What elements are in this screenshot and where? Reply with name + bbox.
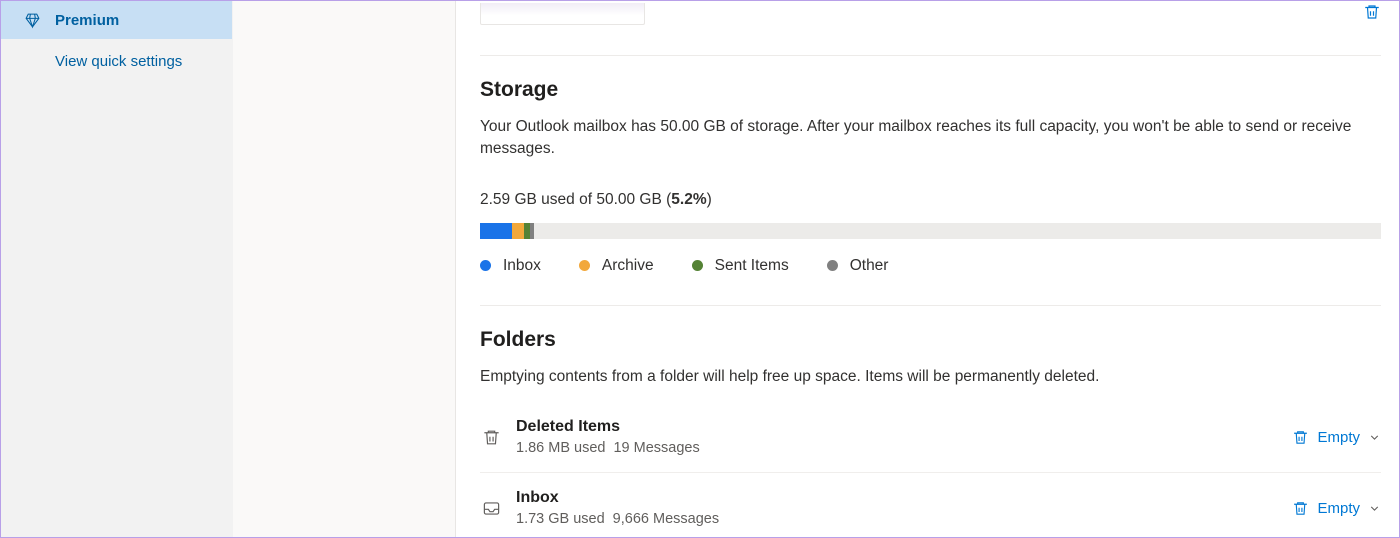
legend-item: Archive — [579, 257, 654, 275]
legend-label: Sent Items — [715, 257, 789, 275]
empty-label: Empty — [1317, 500, 1360, 517]
empty-label: Empty — [1317, 429, 1360, 446]
sidebar-item-premium[interactable]: Premium — [1, 1, 232, 39]
folder-row: Deleted Items 1.86 MB used 19 Messages Empt… — [480, 402, 1381, 473]
folder-list: Deleted Items 1.86 MB used 19 Messages Empt… — [480, 402, 1381, 537]
settings-content: Storage Your Outlook mailbox has 50.00 G… — [456, 1, 1399, 537]
section-divider — [480, 55, 1381, 56]
legend-label: Archive — [602, 257, 654, 275]
legend-dot — [827, 260, 838, 271]
legend-item: Sent Items — [692, 257, 789, 275]
legend-dot — [579, 260, 590, 271]
section-divider — [480, 305, 1381, 306]
chevron-down-icon — [1368, 431, 1381, 444]
folders-title: Folders — [480, 328, 1381, 352]
folders-description: Emptying contents from a folder will hel… — [480, 366, 1381, 388]
storage-segment — [512, 223, 524, 239]
storage-segment — [530, 223, 535, 239]
folder-meta: 1.73 GB used 9,666 Messages — [516, 511, 1292, 527]
profile-photo-placeholder — [480, 3, 645, 25]
storage-segment — [480, 223, 512, 239]
folder-row: Inbox 1.73 GB used 9,666 Messages Empty — [480, 473, 1381, 537]
delete-photo-button[interactable] — [1363, 3, 1381, 21]
legend-item: Inbox — [480, 257, 541, 275]
folders-section: Folders Emptying contents from a folder … — [480, 328, 1381, 537]
folder-info: Inbox 1.73 GB used 9,666 Messages — [516, 489, 1292, 527]
empty-folder-button[interactable]: Empty — [1292, 500, 1381, 517]
diamond-icon — [23, 11, 41, 29]
sidebar-link-quick-settings[interactable]: View quick settings — [1, 39, 232, 80]
storage-usage-text: 2.59 GB used of 50.00 GB (5.2%) — [480, 191, 1381, 209]
folder-msg-count: 19 Messages — [613, 440, 699, 456]
trash-icon — [1363, 3, 1381, 21]
trash-icon — [1292, 429, 1309, 446]
legend-item: Other — [827, 257, 889, 275]
storage-description: Your Outlook mailbox has 50.00 GB of sto… — [480, 116, 1381, 161]
legend-label: Inbox — [503, 257, 541, 275]
storage-section: Storage Your Outlook mailbox has 50.00 G… — [480, 78, 1381, 275]
settings-sidebar: Premium View quick settings — [1, 1, 233, 537]
settings-category-column — [233, 1, 456, 537]
folder-used: 1.86 MB used — [516, 440, 605, 456]
folder-meta: 1.86 MB used 19 Messages — [516, 440, 1292, 456]
folder-msg-count: 9,666 Messages — [613, 511, 719, 527]
chevron-down-icon — [1368, 502, 1381, 515]
trash-icon — [1292, 500, 1309, 517]
legend-dot — [480, 260, 491, 271]
storage-progress-bar — [480, 223, 1381, 239]
folder-used: 1.73 GB used — [516, 511, 605, 527]
folder-name: Deleted Items — [516, 418, 1292, 436]
trash-icon — [480, 428, 502, 447]
folder-info: Deleted Items 1.86 MB used 19 Messages — [516, 418, 1292, 456]
inbox-icon — [480, 499, 502, 518]
empty-folder-button[interactable]: Empty — [1292, 429, 1381, 446]
legend-dot — [692, 260, 703, 271]
folder-name: Inbox — [516, 489, 1292, 507]
legend-label: Other — [850, 257, 889, 275]
sidebar-item-label: Premium — [55, 12, 119, 29]
storage-legend: Inbox Archive Sent Items Other — [480, 257, 1381, 275]
storage-title: Storage — [480, 78, 1381, 102]
